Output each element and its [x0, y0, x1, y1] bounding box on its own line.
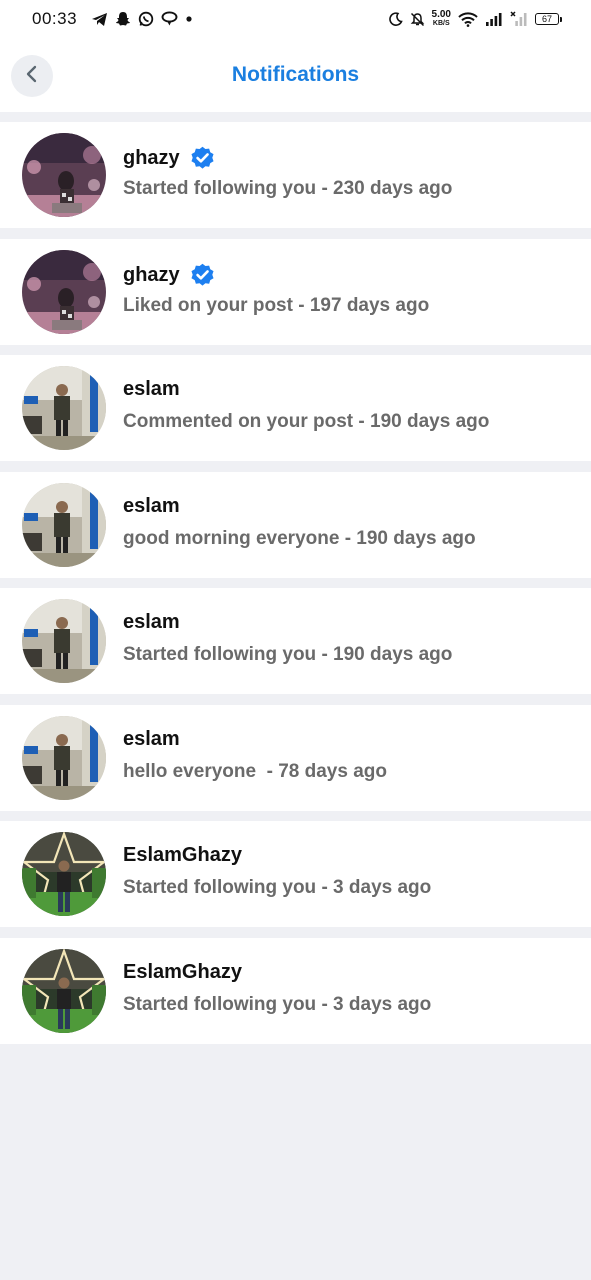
avatar[interactable] — [22, 133, 106, 217]
status-notification-icons — [91, 11, 193, 27]
network-speed-unit: KB/S — [432, 20, 450, 27]
chat-bubble-icon — [161, 11, 178, 27]
notification-text: Liked on your post - 197 days ago — [123, 294, 430, 316]
notification-text: Commented on your post - 190 days ago — [123, 411, 490, 432]
avatar[interactable] — [22, 482, 106, 567]
avatar[interactable] — [22, 948, 106, 1033]
notification-text: good morning everyone - 190 days ago — [123, 527, 476, 549]
user-name[interactable]: eslam — [123, 495, 180, 518]
user-name[interactable]: eslam — [123, 611, 180, 634]
notification-user: eslam — [123, 728, 180, 751]
page-title: Notifications — [231, 63, 360, 86]
telegram-icon — [91, 12, 108, 27]
avatar[interactable] — [22, 715, 106, 800]
avatar[interactable] — [22, 249, 106, 334]
notification-list: ghazy Started following you - 230 days a… — [0, 122, 591, 1054]
notification-text: Started following you - 3 days ago — [123, 877, 432, 898]
avatar[interactable] — [22, 366, 106, 450]
status-bar: 00:33 5.00 KB/S 67 — [0, 0, 591, 38]
user-name[interactable]: EslamGhazy — [123, 961, 242, 984]
network-speed: 5.00 KB/S — [432, 10, 451, 28]
user-name[interactable]: eslam — [123, 728, 180, 751]
notification-user: ghazy — [123, 145, 216, 172]
wifi-icon — [458, 11, 478, 27]
signal-no-service-icon — [510, 11, 528, 27]
status-system-icons: 5.00 KB/S 67 — [388, 10, 562, 28]
avatar[interactable] — [22, 599, 106, 683]
verified-badge-icon — [189, 145, 216, 172]
notification-item[interactable]: EslamGhazy Started following you - 3 days… — [0, 821, 591, 927]
notification-text: Started following you - 3 days ago — [123, 993, 432, 1015]
notification-user: eslam — [123, 495, 180, 518]
notification-item[interactable]: ghazy Liked on your post - 197 days ago — [0, 238, 591, 345]
whatsapp-icon — [138, 11, 154, 27]
avatar[interactable] — [22, 832, 106, 916]
notification-item[interactable]: eslam good morning everyone - 190 days ag… — [0, 471, 591, 578]
snapchat-icon — [115, 11, 131, 27]
user-name[interactable]: ghazy — [123, 147, 180, 170]
user-name[interactable]: eslam — [123, 378, 180, 401]
verified-badge-icon — [189, 262, 216, 289]
notification-item[interactable]: ghazy Started following you - 230 days a… — [0, 122, 591, 228]
signal-icon — [485, 12, 503, 26]
notification-item[interactable]: eslam hello everyone - 78 days ago — [0, 704, 591, 811]
user-name[interactable]: EslamGhazy — [123, 844, 242, 867]
notification-text: Started following you - 230 days ago — [123, 178, 453, 199]
notification-text: hello everyone - 78 days ago — [123, 760, 387, 782]
dot-icon — [185, 15, 193, 23]
notification-item[interactable]: EslamGhazy Started following you - 3 days… — [0, 937, 591, 1044]
bell-muted-icon — [410, 12, 425, 27]
notification-user: ghazy — [123, 262, 216, 289]
notification-user: eslam — [123, 611, 180, 634]
user-name[interactable]: ghazy — [123, 264, 180, 287]
notification-user: EslamGhazy — [123, 844, 242, 867]
network-speed-value: 5.00 — [431, 9, 451, 20]
notification-text: Started following you - 190 days ago — [123, 644, 453, 665]
notification-user: eslam — [123, 378, 180, 401]
notification-item[interactable]: eslam Commented on your post - 190 days a… — [0, 355, 591, 461]
top-app-bar: Notifications — [0, 38, 591, 112]
moon-icon — [388, 12, 403, 26]
status-time: 00:33 — [32, 9, 78, 28]
notification-item[interactable]: eslam Started following you - 190 days ag… — [0, 588, 591, 694]
notification-user: EslamGhazy — [123, 961, 242, 984]
battery-indicator: 67 — [535, 13, 562, 25]
